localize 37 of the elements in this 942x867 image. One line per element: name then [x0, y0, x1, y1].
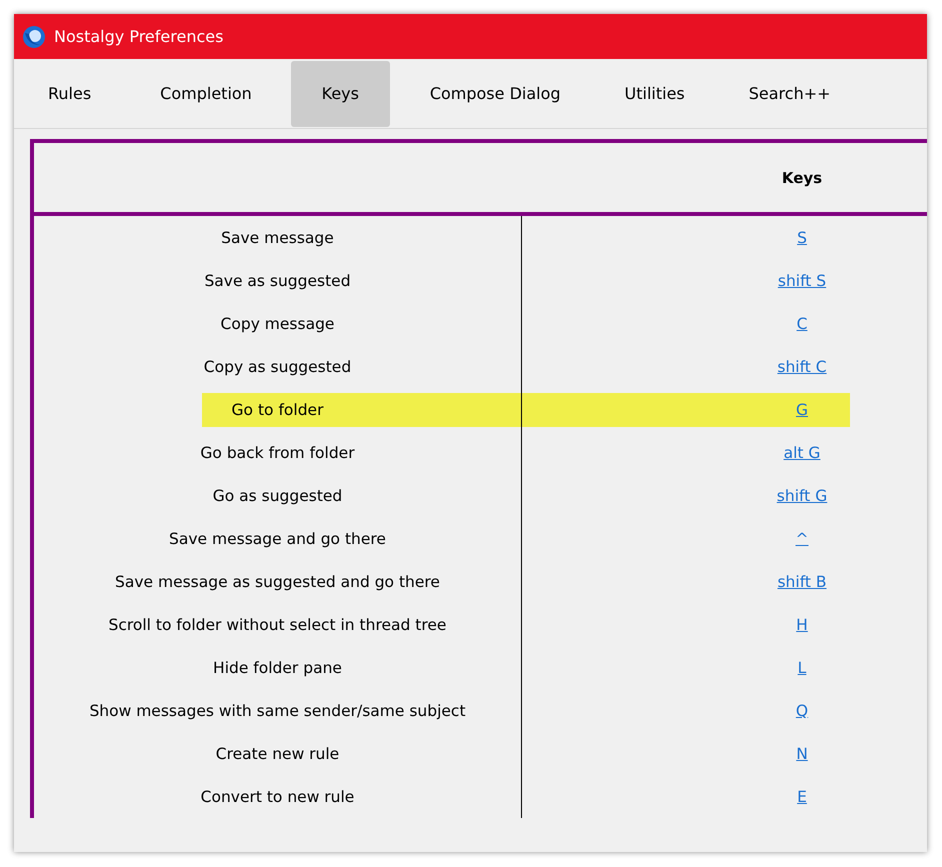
action-label: Save as suggested — [204, 272, 351, 290]
action-label: Scroll to folder without select in thread tree — [108, 616, 446, 634]
key-link[interactable]: N — [796, 744, 808, 762]
key-link[interactable]: S — [797, 228, 807, 246]
key-link[interactable]: shift C — [777, 358, 827, 376]
action-label: Go to folder — [232, 400, 324, 418]
key-link[interactable]: L — [798, 658, 806, 676]
tab[interactable]: Completion — [114, 60, 289, 126]
key-link[interactable]: ^ — [796, 530, 808, 548]
action-label: Save message — [221, 228, 334, 246]
action-label: Hide folder pane — [213, 658, 342, 676]
tab[interactable]: Compose Dialog — [410, 60, 603, 126]
key-link[interactable]: G — [796, 400, 808, 418]
action-label: Go back from folder — [200, 444, 355, 462]
action-label: Show messages with same sender/same subject — [89, 702, 466, 720]
tab[interactable]: Keys — [290, 60, 390, 126]
tab[interactable]: Utilities — [604, 60, 727, 126]
action-label: Copy as suggested — [204, 358, 352, 376]
key-link[interactable]: C — [796, 314, 808, 332]
key-link[interactable]: shift S — [778, 272, 826, 290]
key-link[interactable]: shift G — [776, 486, 828, 504]
column-header: Keys — [780, 168, 824, 186]
key-link[interactable]: Q — [796, 702, 808, 720]
key-link[interactable]: shift B — [777, 572, 827, 590]
action-label: Save message and go there — [169, 530, 386, 548]
window-title: Nostalgy Preferences — [54, 27, 224, 46]
action-label: Copy message — [220, 314, 334, 332]
action-label: Create new rule — [216, 744, 340, 762]
tab[interactable]: Search++ — [728, 60, 851, 126]
key-link[interactable]: E — [797, 788, 807, 806]
tab[interactable]: Rules — [27, 60, 112, 126]
key-link[interactable]: alt G — [784, 444, 820, 462]
app-icon — [22, 24, 46, 48]
action-label: Go as suggested — [212, 486, 342, 504]
action-label: Save message as suggested and go there — [115, 572, 440, 590]
key-link[interactable]: H — [796, 616, 808, 634]
action-label: Convert to new rule — [200, 788, 354, 806]
